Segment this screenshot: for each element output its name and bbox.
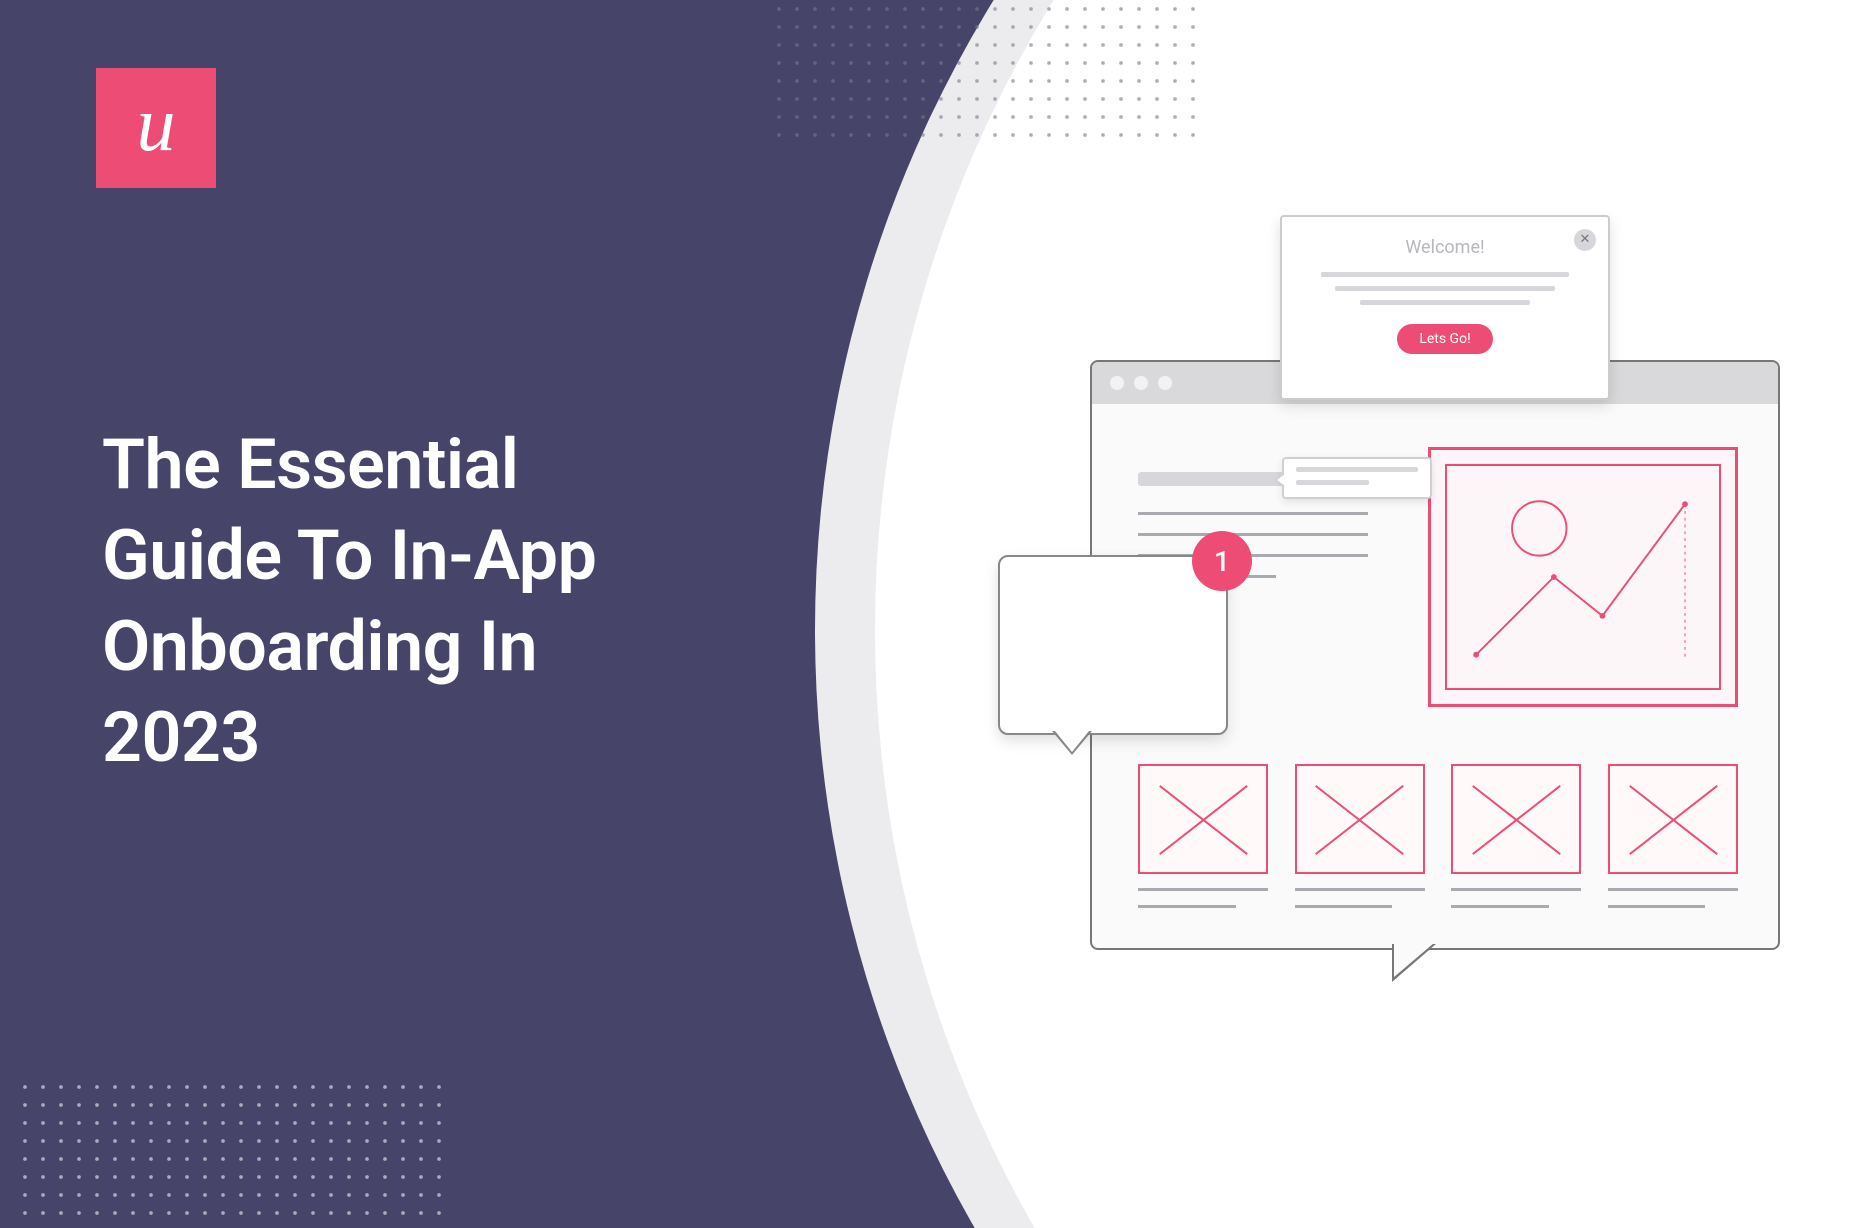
modal-title: Welcome! — [1304, 237, 1586, 258]
chat-bubble: 1 — [998, 555, 1228, 735]
wireframe-line — [1138, 512, 1368, 515]
wireframe-card — [1608, 764, 1738, 908]
tooltip-wireframe — [1282, 457, 1432, 499]
wireframe-card — [1295, 764, 1425, 908]
wireframe-line — [1608, 888, 1738, 891]
window-dot-icon — [1134, 376, 1148, 390]
chat-tail-icon — [1052, 731, 1092, 755]
wireframe-heading-placeholder — [1138, 472, 1288, 486]
wireframe-card-thumb — [1138, 764, 1268, 874]
wireframe-image-frame — [1428, 447, 1738, 707]
dot-grid-top-right — [770, 0, 1200, 150]
window-speech-tail-icon — [1392, 944, 1436, 982]
brand-logo: u — [96, 68, 216, 188]
wireframe-line — [1335, 286, 1555, 291]
wireframe-card-thumb — [1608, 764, 1738, 874]
wireframe-card-thumb — [1295, 764, 1425, 874]
wireframe-line — [1360, 300, 1529, 305]
wireframe-line — [1296, 467, 1418, 472]
wireframe-card — [1138, 764, 1268, 908]
window-dot-icon — [1110, 376, 1124, 390]
wireframe-line — [1296, 480, 1369, 485]
wireframe-line — [1451, 905, 1549, 908]
title-line: Onboarding In — [102, 606, 537, 688]
lets-go-button[interactable]: Lets Go! — [1397, 324, 1492, 354]
window-dot-icon — [1158, 376, 1172, 390]
mountain-chart-icon — [1447, 466, 1719, 688]
wireframe-card — [1451, 764, 1581, 908]
wireframe-image-inner — [1445, 464, 1721, 690]
wireframe-line — [1295, 888, 1425, 891]
wireframe-card-row — [1138, 764, 1738, 908]
wireframe-card-thumb — [1451, 764, 1581, 874]
illustration-group: ✕ Welcome! Lets Go! 1 — [1060, 285, 1780, 1005]
notification-badge: 1 — [1192, 531, 1252, 591]
close-icon[interactable]: ✕ — [1574, 229, 1596, 251]
wireframe-line — [1138, 888, 1268, 891]
title-line: The Essential — [102, 424, 518, 506]
wireframe-line — [1295, 905, 1393, 908]
hero-title: The Essential Guide To In-App Onboarding… — [102, 420, 596, 784]
wireframe-line — [1608, 905, 1706, 908]
wireframe-line — [1321, 272, 1569, 277]
wireframe-line — [1138, 533, 1368, 536]
dot-grid-bottom-left — [16, 1078, 446, 1228]
brand-logo-letter: u — [137, 85, 176, 163]
title-line: Guide To In-App — [102, 515, 596, 597]
wireframe-line — [1451, 888, 1581, 891]
welcome-modal: ✕ Welcome! Lets Go! — [1280, 215, 1610, 400]
title-line: 2023 — [102, 697, 260, 779]
wireframe-line — [1138, 905, 1236, 908]
hero-banner: u The Essential Guide To In-App Onboardi… — [0, 0, 1876, 1228]
